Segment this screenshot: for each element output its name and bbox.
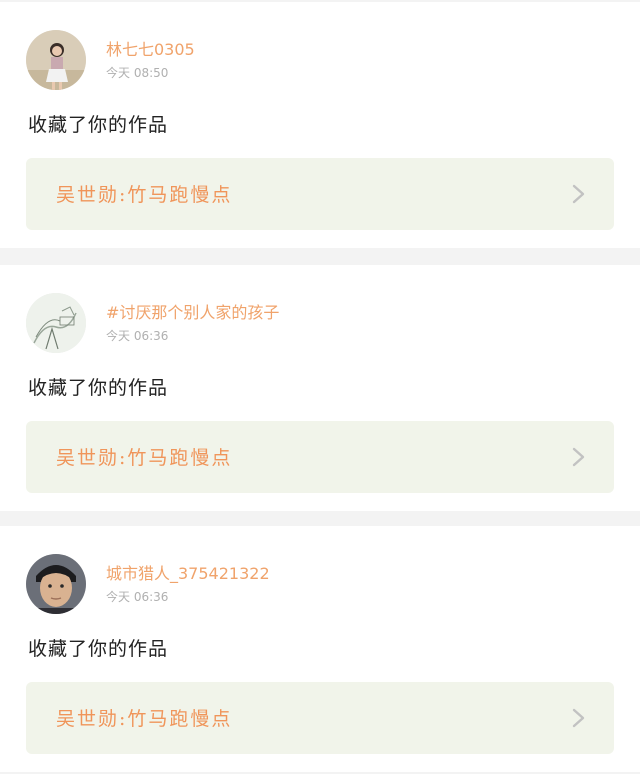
avatar-sketch-drawing-icon: [26, 293, 86, 353]
chevron-right-icon: [572, 708, 585, 728]
chevron-right-icon: [572, 447, 585, 467]
notification-message: 收藏了你的作品: [28, 114, 169, 136]
notification-message: 收藏了你的作品: [28, 377, 169, 399]
work-link[interactable]: 吴世勋:竹马跑慢点: [26, 421, 614, 493]
user-avatar[interactable]: [26, 293, 86, 353]
chevron-right-icon: [572, 184, 585, 204]
notification-card: 城市猎人_375421322 今天 06:36 收藏了你的作品 吴世勋:竹马跑慢…: [0, 526, 640, 772]
timestamp: 今天 06:36: [106, 329, 169, 343]
avatar-boy-photo-icon: [26, 554, 86, 614]
work-title: 吴世勋:竹马跑慢点: [56, 708, 233, 730]
user-avatar[interactable]: [26, 30, 86, 90]
timestamp: 今天 06:36: [106, 590, 169, 604]
username[interactable]: 城市猎人_375421322: [106, 560, 270, 584]
username[interactable]: #讨厌那个别人家的孩子: [106, 299, 279, 323]
work-title: 吴世勋:竹马跑慢点: [56, 447, 233, 469]
notification-message: 收藏了你的作品: [28, 638, 169, 660]
user-avatar[interactable]: [26, 554, 86, 614]
timestamp: 今天 08:50: [106, 66, 169, 80]
notification-card: 林七七0305 今天 08:50 收藏了你的作品 吴世勋:竹马跑慢点: [0, 2, 640, 248]
notification-feed: 林七七0305 今天 08:50 收藏了你的作品 吴世勋:竹马跑慢点 #讨厌那个…: [0, 0, 640, 774]
notification-card: #讨厌那个别人家的孩子 今天 06:36 收藏了你的作品 吴世勋:竹马跑慢点: [0, 265, 640, 511]
work-title: 吴世勋:竹马跑慢点: [56, 184, 233, 206]
work-link[interactable]: 吴世勋:竹马跑慢点: [26, 682, 614, 754]
work-link[interactable]: 吴世勋:竹马跑慢点: [26, 158, 614, 230]
username[interactable]: 林七七0305: [106, 36, 195, 60]
avatar-girl-photo-icon: [26, 30, 86, 90]
